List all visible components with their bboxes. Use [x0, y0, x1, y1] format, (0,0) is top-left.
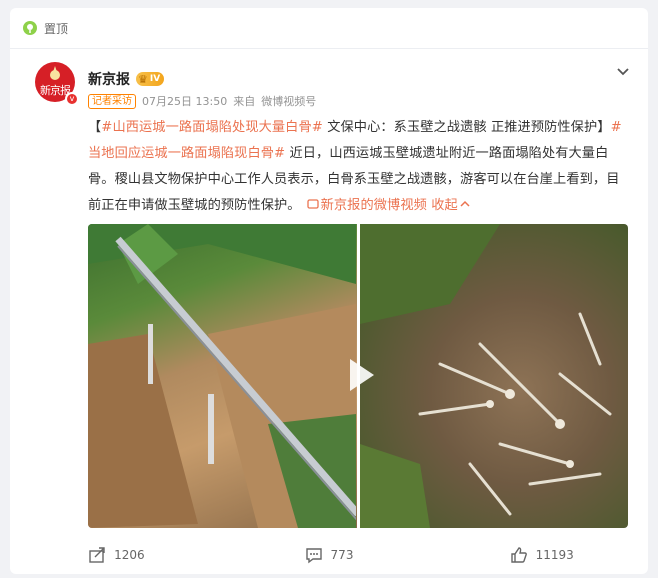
vip-badge[interactable]: ♛ IV	[136, 72, 165, 86]
verified-badge: v	[65, 92, 79, 106]
crown-icon: ♛	[138, 72, 148, 86]
road-guardrail-image	[88, 224, 357, 528]
thumbs-up-icon	[510, 547, 527, 563]
hashtag-link[interactable]: #山西运城一路面塌陷处现大量白骨#	[101, 120, 323, 135]
post-text: 【#山西运城一路面塌陷处现大量白骨# 文保中心：系玉壁之战遗骸 正推进预防性保护…	[88, 120, 622, 213]
video-frame-left	[88, 224, 357, 528]
author-name[interactable]: 新京报	[88, 69, 130, 89]
source-prefix: 来自	[233, 95, 256, 108]
weibo-post-card: 置顶 新京报 v 新京报 ♛ IV 记者采访 07月25日 13:50 来自 微…	[10, 8, 648, 574]
video-link-text: 新京报的微博视频	[320, 198, 427, 213]
bones-image	[359, 224, 611, 528]
reporter-tag: 记者采访	[88, 93, 136, 109]
collapse-button[interactable]: 收起	[431, 198, 470, 213]
post-text-part: 文保中心：系玉壁之战遗骸 正推进预防性保护	[322, 120, 598, 135]
pinned-label: 置顶	[44, 21, 69, 36]
video-icon	[306, 199, 319, 209]
repost-icon	[89, 547, 105, 563]
comment-button[interactable]: 773	[223, 546, 436, 564]
pin-icon	[23, 21, 37, 35]
play-icon[interactable]	[346, 357, 376, 393]
comment-icon	[305, 548, 322, 564]
source: 微博视频号	[261, 95, 317, 108]
chevron-down-icon[interactable]	[616, 65, 630, 79]
chevron-up-icon	[460, 200, 470, 207]
like-button[interactable]: 11193	[435, 546, 648, 564]
repost-count: 1206	[114, 548, 145, 562]
video-player[interactable]	[88, 224, 628, 528]
pinned-indicator: 置顶	[22, 18, 68, 38]
video-link[interactable]: 新京报的微博视频	[301, 198, 427, 213]
video-frame-right	[359, 224, 628, 528]
timestamp[interactable]: 07月25日 13:50	[142, 93, 227, 109]
vip-level: IV	[149, 74, 161, 84]
action-bar: 1206 773 11193	[10, 536, 648, 574]
repost-button[interactable]: 1206	[10, 546, 223, 564]
divider	[10, 48, 648, 49]
post-meta: 记者采访 07月25日 13:50 来自 微博视频号	[88, 93, 316, 109]
comment-count: 773	[330, 548, 354, 562]
collapse-label: 收起	[431, 198, 458, 213]
like-count: 11193	[535, 548, 574, 562]
